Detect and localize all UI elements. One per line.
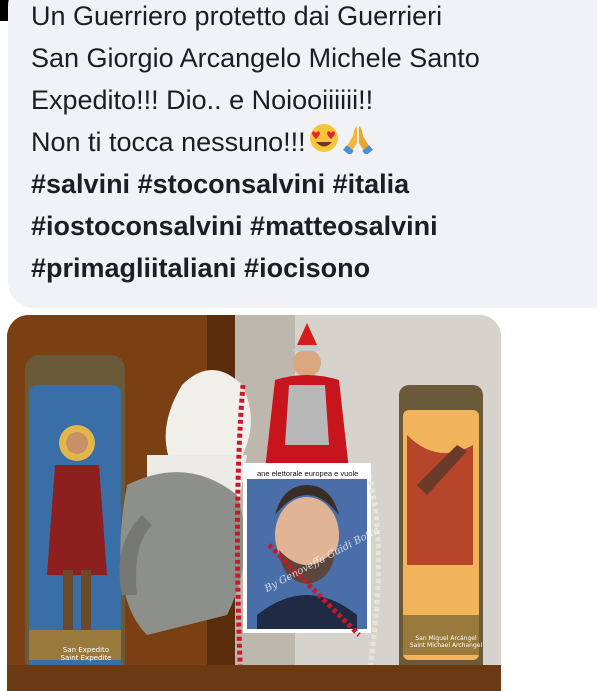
folded-hands-emoji: [342, 122, 374, 166]
comment-line-4: Non ti tocca nessuno!!!: [31, 121, 591, 163]
right-candle-caption-1: San Miguel Arcángel: [415, 635, 477, 642]
right-candle-caption-2: Saint Michael Archangel: [409, 642, 483, 649]
left-candle-caption: San Expedito Saint Expedite: [45, 646, 127, 662]
heart-eyes-emoji: [308, 123, 340, 165]
hashtags-line-2[interactable]: #iostoconsalvini #matteosalvini: [31, 205, 591, 247]
right-candle-caption: San Miguel Arcángel Saint Michael Archan…: [405, 635, 487, 649]
comment-line-4-text: Non ti tocca nessuno!!!: [31, 127, 306, 157]
post-photo[interactable]: San Expedito Saint Expedite San Miguel A…: [7, 315, 501, 691]
left-candle-caption-2: Saint Expedite: [60, 654, 112, 662]
comment-line-1: Un Guerriero protetto dai Guerrieri: [31, 1, 443, 31]
hashtags-line-3[interactable]: #primagliitaliani #iocisono: [31, 247, 591, 289]
photo-frame-banner: ane elettorale europea e vuole: [255, 469, 371, 479]
comment-text: Un Guerriero protetto dai Guerrieri San …: [31, 1, 591, 289]
hashtags-line-1[interactable]: #salvini #stoconsalvini #italia: [31, 163, 591, 205]
comment-line-2: San Giorgio Arcangelo Michele Santo: [31, 43, 480, 73]
left-candle-caption-1: San Expedito: [62, 646, 110, 654]
comment-line-3: Expedito!!! Dio.. e Noiooiiiiii!!: [31, 85, 374, 115]
